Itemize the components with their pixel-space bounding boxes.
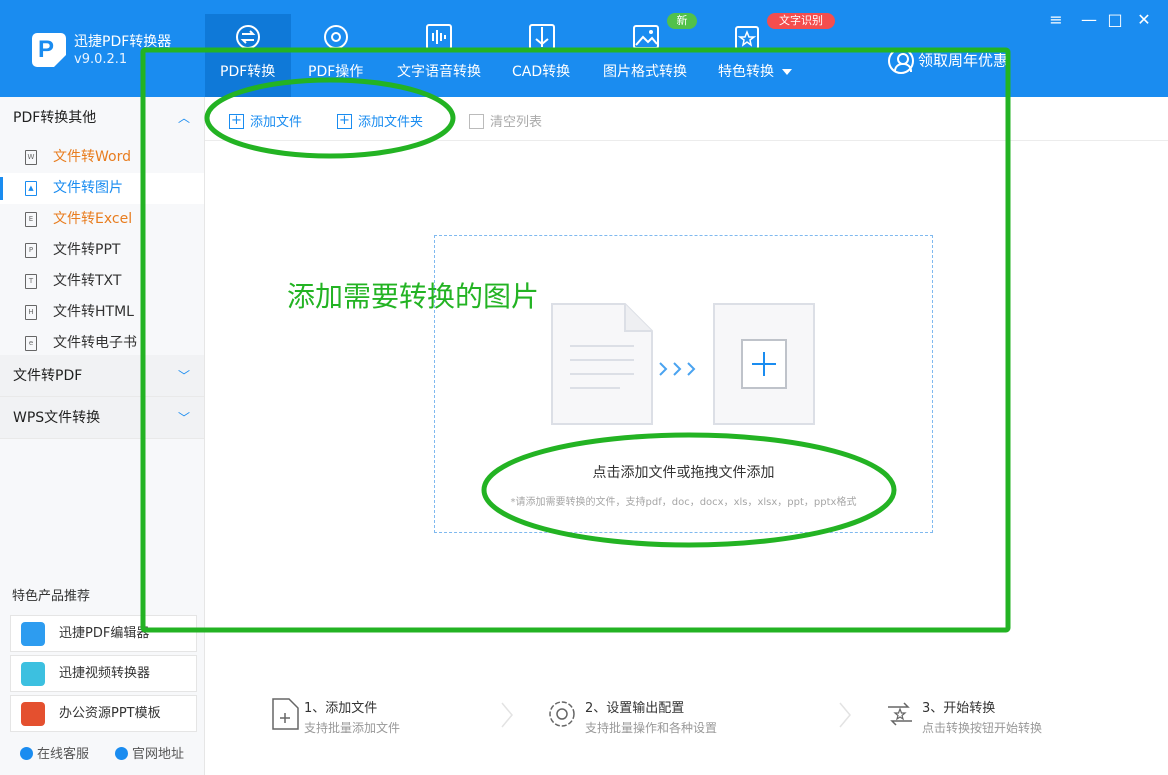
add-file-icon xyxy=(272,698,299,730)
annotation-overlay xyxy=(140,47,1011,633)
gear-icon xyxy=(549,701,575,727)
step-title: 1、添加文件 xyxy=(304,701,378,716)
step-title: 2、设置输出配置 xyxy=(585,701,685,716)
step-title: 3、开始转换 xyxy=(922,701,996,716)
chevron-right-icon xyxy=(839,702,851,728)
step-subtitle: 支持批量添加文件 xyxy=(304,721,401,735)
step-subtitle: 支持批量操作和各种设置 xyxy=(585,721,718,735)
step-subtitle: 点击转换按钮开始转换 xyxy=(922,721,1043,735)
convert-star-icon xyxy=(888,702,912,726)
annotation-text: 添加需要转换的图片 xyxy=(287,280,540,313)
chevron-right-icon xyxy=(501,702,513,728)
